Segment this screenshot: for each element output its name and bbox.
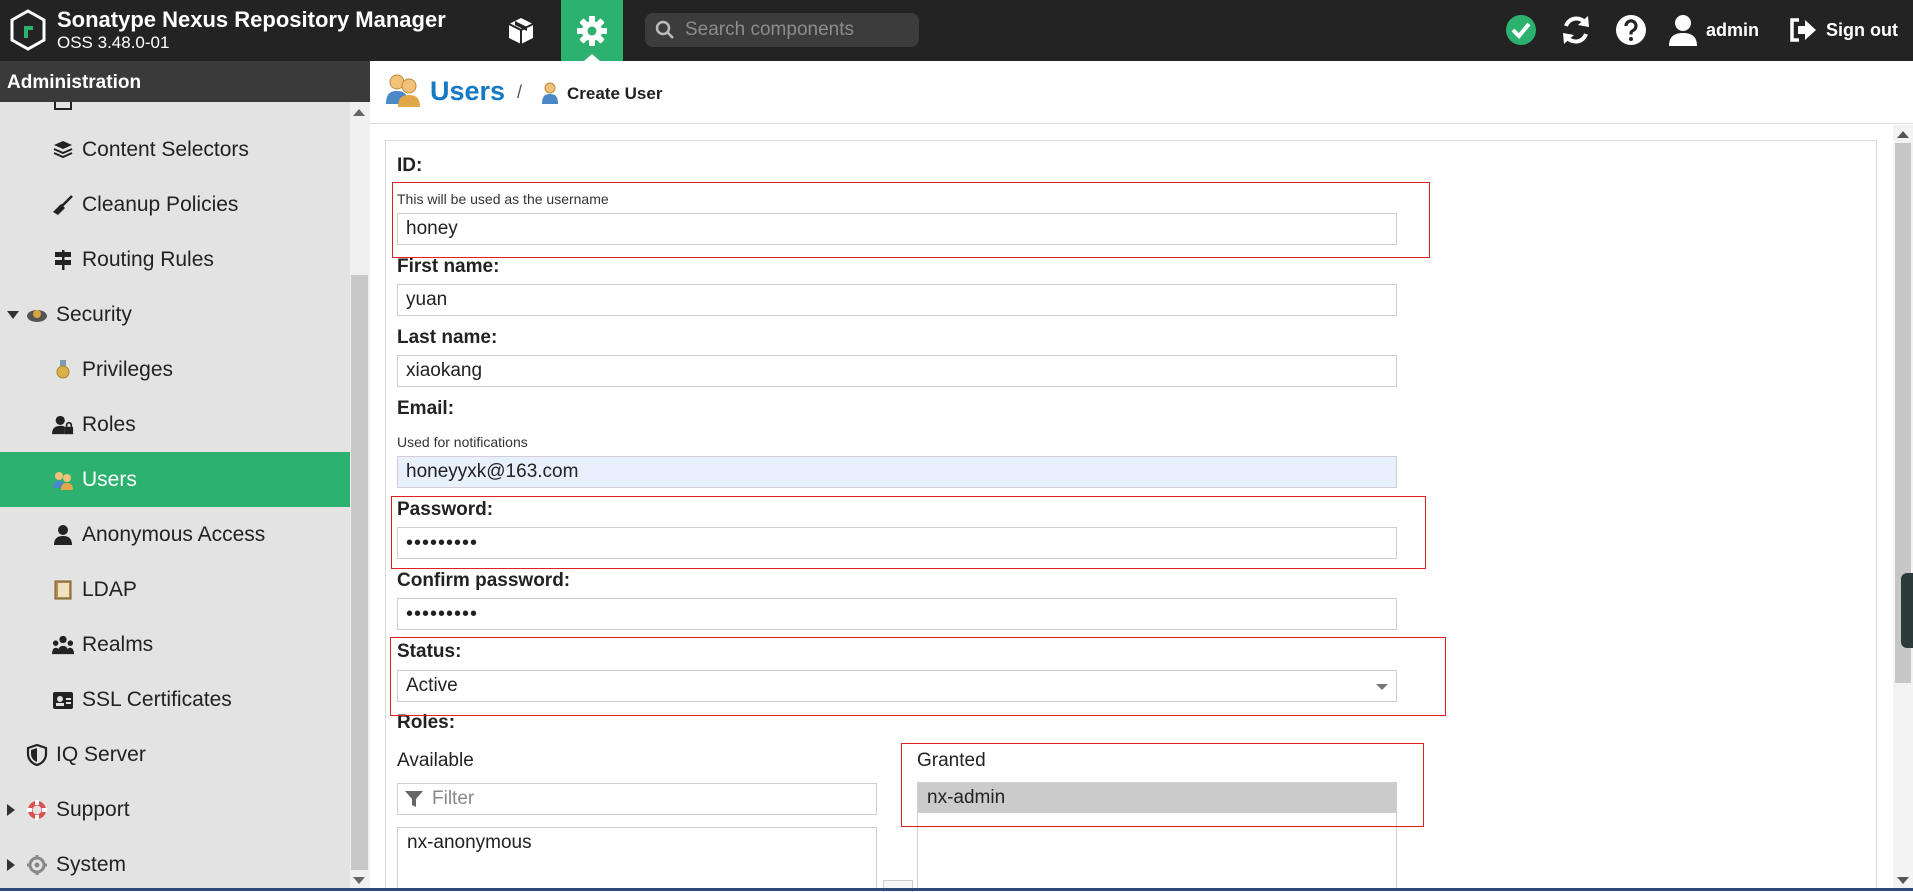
sidebar-item-roles[interactable]: Roles	[0, 397, 350, 452]
sidebar-item-iq-server[interactable]: IQ Server	[0, 727, 350, 782]
administration-button[interactable]	[561, 0, 623, 61]
help-icon[interactable]	[1613, 12, 1649, 48]
email-field[interactable]	[397, 456, 1397, 488]
sidebar-item-content-selectors[interactable]: Content Selectors	[0, 122, 350, 177]
app-title: Sonatype Nexus Repository Manager	[57, 7, 446, 32]
sidebar-item-security[interactable]: Security	[0, 287, 350, 342]
users-group-icon	[52, 635, 74, 654]
expand-arrow-icon[interactable]	[7, 804, 15, 816]
book-icon	[54, 580, 72, 599]
side-widget-tab[interactable]	[1901, 573, 1913, 648]
sidebar-item-label: LDAP	[82, 577, 137, 601]
shield-icon	[26, 743, 48, 766]
broom-icon	[53, 194, 73, 215]
refresh-icon[interactable]	[1558, 12, 1594, 48]
first-name-field[interactable]	[397, 284, 1397, 316]
sidebar-item-realms[interactable]: Realms	[0, 617, 350, 672]
sidebar: Content Selectors Cleanup Policies Routi…	[0, 102, 350, 891]
breadcrumb-users-link[interactable]: Users	[430, 76, 505, 107]
browse-button[interactable]	[490, 0, 552, 61]
sidebar-item-label: Security	[56, 302, 132, 326]
sidebar-scrollbar-thumb[interactable]	[351, 275, 368, 870]
email-label: Email:	[397, 398, 455, 419]
sidebar-item-routing-rules[interactable]: Routing Rules	[0, 232, 350, 287]
cube-icon	[508, 17, 534, 44]
sidebar-item-privileges[interactable]: Privileges	[0, 342, 350, 397]
app-version: OSS 3.48.0-01	[57, 33, 170, 52]
lifebuoy-icon	[27, 799, 47, 820]
first-name-label: First name:	[397, 256, 500, 277]
last-name-label: Last name:	[397, 327, 498, 348]
user-icon	[54, 524, 72, 545]
scroll-down-arrow-icon[interactable]	[1897, 877, 1909, 884]
sign-out-icon	[1790, 18, 1816, 42]
nexus-logo-icon[interactable]	[9, 9, 47, 51]
highlight-box-id	[392, 182, 1430, 258]
sidebar-item-anonymous-access[interactable]: Anonymous Access	[0, 507, 350, 562]
sidebar-item-label: Routing Rules	[82, 247, 214, 271]
sidebar-item-label: SSL Certificates	[82, 687, 232, 711]
layers-icon	[53, 140, 73, 158]
users-icon	[53, 471, 73, 490]
health-check-icon[interactable]	[1503, 12, 1539, 48]
page-title: Create User	[567, 84, 663, 103]
search-box[interactable]	[645, 13, 919, 47]
user-icon	[1669, 15, 1697, 46]
gear-icon	[27, 854, 47, 875]
last-name-field[interactable]	[397, 355, 1397, 387]
sidebar-item-label: Anonymous Access	[82, 522, 266, 546]
sidebar-item-system[interactable]: System	[0, 837, 350, 891]
expand-arrow-icon[interactable]	[7, 311, 19, 319]
scroll-down-arrow-icon[interactable]	[353, 877, 365, 884]
sidebar-item-cleanup-policies[interactable]: Cleanup Policies	[0, 177, 350, 232]
scroll-up-arrow-icon[interactable]	[353, 109, 365, 116]
available-roles-label: Available	[397, 750, 474, 771]
sidebar-item-label: Content Selectors	[82, 137, 249, 161]
sidebar-item-ldap[interactable]: LDAP	[0, 562, 350, 617]
highlight-box-password	[391, 496, 1426, 569]
search-input[interactable]	[683, 18, 907, 42]
username-label: admin	[1706, 19, 1760, 40]
id-label: ID:	[397, 155, 423, 176]
repository-icon	[54, 102, 72, 110]
sidebar-item-label: Support	[56, 797, 130, 821]
users-icon	[386, 74, 420, 107]
sidebar-item-label: Cleanup Policies	[82, 192, 239, 216]
sidebar-item-label: IQ Server	[56, 742, 146, 766]
highlight-box-granted	[901, 743, 1424, 827]
highlight-box-status	[390, 637, 1446, 716]
sidebar-item-support[interactable]: Support	[0, 782, 350, 837]
signpost-icon	[55, 249, 71, 270]
id-card-icon	[53, 691, 73, 709]
sidebar-item-users[interactable]: Users	[0, 452, 350, 507]
breadcrumb-separator: /	[517, 82, 523, 102]
sidebar-item-label: Realms	[82, 632, 154, 656]
filter-icon	[405, 791, 423, 807]
scroll-up-arrow-icon[interactable]	[1897, 131, 1909, 138]
gear-icon	[577, 15, 607, 46]
available-roles-list: nx-anonymous	[397, 827, 877, 891]
user-icon	[542, 82, 558, 104]
sign-out-button[interactable]: Sign out	[1788, 10, 1898, 50]
sidebar-item-ssl-certificates[interactable]: SSL Certificates	[0, 672, 350, 727]
user-lock-icon	[52, 415, 74, 434]
email-help-text: Used for notifications	[397, 434, 528, 450]
medal-icon	[56, 359, 70, 378]
sidebar-title: Administration	[0, 61, 370, 102]
sidebar-item-label: System	[56, 852, 127, 876]
confirm-password-field[interactable]	[397, 598, 1397, 630]
sidebar-item-label: Privileges	[82, 357, 174, 381]
list-item[interactable]: nx-anonymous	[407, 832, 532, 854]
expand-arrow-icon[interactable]	[7, 859, 15, 871]
security-icon	[27, 309, 47, 322]
sidebar-item-label: Roles	[82, 412, 136, 436]
sidebar-item-label: Users	[82, 467, 137, 491]
sign-out-label: Sign out	[1826, 19, 1898, 40]
user-menu[interactable]: admin	[1668, 10, 1759, 50]
confirm-password-label: Confirm password:	[397, 570, 571, 591]
roles-filter-input[interactable]	[430, 787, 854, 811]
roles-filter[interactable]	[397, 783, 877, 815]
search-icon	[655, 20, 674, 39]
